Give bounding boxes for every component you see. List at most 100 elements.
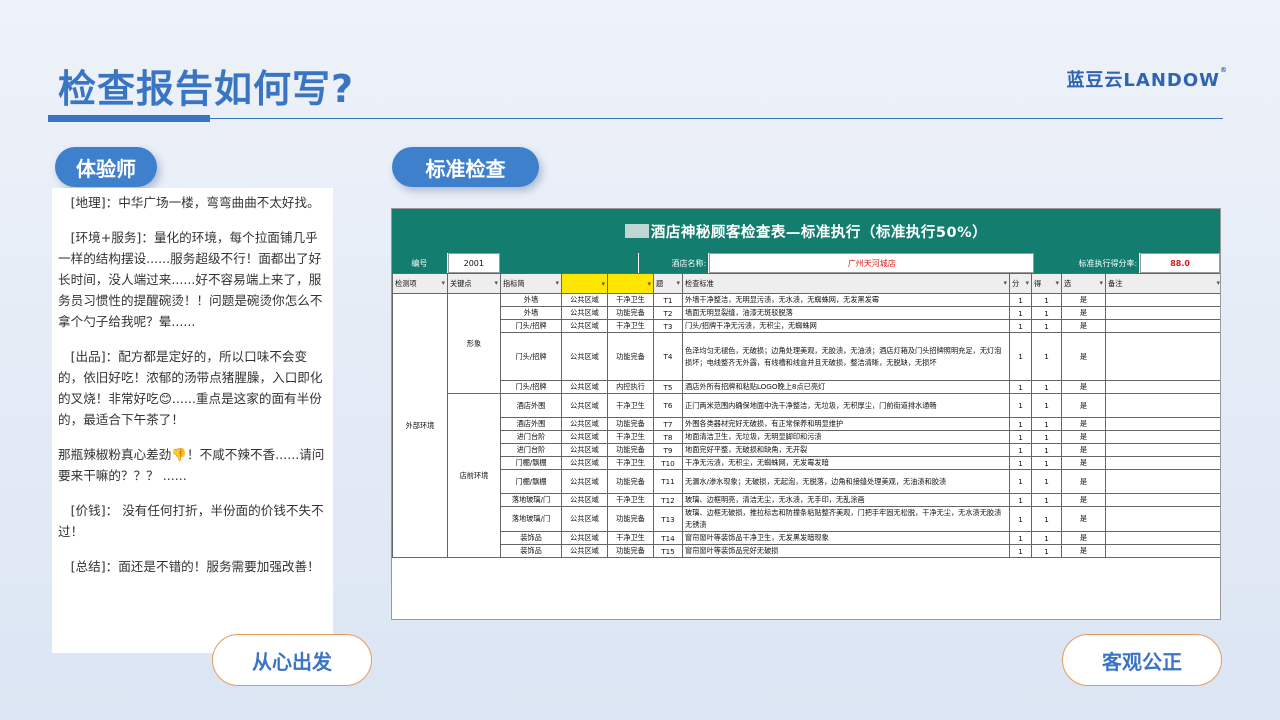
- table-row: 外部环境 形象 外墙 公共区域 干净卫生 T1 外墙干净整洁，无明显污渍，无水渍，无蜘蛛网，…: [392, 293, 1220, 558]
- filter-dropdown-icon[interactable]: ▾: [555, 279, 559, 287]
- cell-a: 1: [1009, 506, 1032, 532]
- review-paragraph: [总结]：面还是不错的！服务需要加强改善！: [70, 559, 320, 574]
- filter-dropdown-icon[interactable]: ▾: [601, 280, 605, 288]
- table-row: 门头/招牌 公共区域 内控执行 T5 酒店外所有招牌和粘贴LOGO晚上8点已亮灯 1 1 是: [393, 380, 1220, 394]
- cell-item: 门头/招牌: [500, 332, 562, 381]
- cell-b: 1: [1031, 544, 1062, 558]
- cell-b: 1: [1031, 456, 1062, 470]
- filter-dropdown-icon[interactable]: ▾: [647, 280, 651, 288]
- cell-id: T3: [653, 319, 683, 333]
- objective-fair-button[interactable]: 客观公正: [1062, 634, 1222, 686]
- cell-item: 酒店外围: [500, 417, 562, 431]
- cell-std: 酒店外所有招牌和粘贴LOGO晚上8点已亮灯: [682, 380, 1010, 394]
- review-paragraph: [价钱]： 没有任何打折，半份面的价钱不失不过！: [58, 503, 324, 539]
- cell-a: 1: [1009, 544, 1032, 558]
- filter-dropdown-icon[interactable]: ▾: [494, 279, 498, 287]
- filter-dropdown-icon[interactable]: ▾: [1055, 279, 1059, 287]
- hotel-value: 广州天河城店: [709, 253, 1035, 273]
- column-header-label: 分: [1012, 278, 1020, 288]
- table-row: 门棚/飘棚 公共区域 干净卫生 T10 干净无污渍，无积尘，无蜘蛛网，无发霉发暗 1 1 是: [393, 456, 1220, 470]
- column-header[interactable]: ▾: [561, 273, 608, 294]
- cell-std: 门头/招牌干净无污渍，无积尘，无蜘蛛网: [682, 319, 1010, 333]
- cell-id: T12: [653, 493, 683, 507]
- cell-sel: 是: [1061, 332, 1106, 381]
- cell-sel: 是: [1061, 393, 1106, 418]
- cell-b: 1: [1031, 469, 1062, 494]
- sheet-info-row: 编号 2001 酒店名称: 广州天河城店 标准执行得分率: 88.0: [392, 253, 1220, 273]
- filter-dropdown-icon[interactable]: ▾: [1025, 279, 1029, 287]
- filter-dropdown-icon[interactable]: ▾: [441, 279, 445, 287]
- tag-standard-check: 标准检查: [392, 147, 539, 187]
- review-paragraph: [环境+服务]：量化的环境，每个拉面铺几乎一样的结构摆设......服务超级不行…: [58, 230, 323, 329]
- filter-dropdown-icon[interactable]: ▾: [1003, 279, 1007, 287]
- cell-a: 1: [1009, 456, 1032, 470]
- from-heart-button[interactable]: 从心出发: [212, 634, 372, 686]
- cell-type: 干净卫生: [607, 456, 654, 470]
- cell-b: 1: [1031, 417, 1062, 431]
- column-header-label: 题: [656, 278, 664, 288]
- cell-std: 玻璃、边框无破损，推拉标志和防撞条粘贴整齐美观，门把手牢固无松脱，干净无尘，无水…: [682, 506, 1010, 532]
- inspection-table: 检测项 ▾ 关键点 ▾ 指标简 ▾ ▾ ▾ 题 ▾ 检查标准 ▾ 分 ▾ 得 ▾ 选 ▾ 备注 ▾ 外部环境 形象 外墙 公共…: [392, 273, 1220, 558]
- table-row: 进门台阶 公共区域 干净卫生 T8 地面清洁卫生，无垃圾，无明显脚印和污渍 1 1 是: [393, 430, 1220, 444]
- cell-a: 1: [1009, 293, 1032, 307]
- cell-a: 1: [1009, 393, 1032, 418]
- cell-b: 1: [1031, 531, 1062, 545]
- cell-b: 1: [1031, 506, 1062, 532]
- cell-std: 外墙干净整洁，无明显污渍，无水渍，无蜘蛛网，无发黑发霉: [682, 293, 1010, 307]
- cell-remark: [1105, 456, 1220, 470]
- table-row: 落地玻璃/门 公共区域 干净卫生 T12 玻璃、边框明亮，清洁无尘，无水渍，无手印，无乱…: [393, 493, 1220, 507]
- registered-mark: ®: [1220, 66, 1228, 74]
- cell-type: 干净卫生: [607, 319, 654, 333]
- cell-a: 1: [1009, 493, 1032, 507]
- column-header[interactable]: ▾: [607, 273, 654, 294]
- cell-type: 干净卫生: [607, 393, 654, 418]
- column-header[interactable]: 题 ▾: [653, 273, 683, 294]
- cell-type: 功能完备: [607, 469, 654, 494]
- cell-sel: 是: [1061, 306, 1106, 320]
- table-row: 装饰品 公共区域 功能完备 T15 窗帘窗叶等装饰品完好无破损 1 1 是: [393, 544, 1220, 558]
- cell-sel: 是: [1061, 506, 1106, 532]
- column-header[interactable]: 备注 ▾: [1105, 273, 1220, 294]
- page-title: 检查报告如何写?: [58, 67, 355, 111]
- cell-item: 落地玻璃/门: [500, 506, 562, 532]
- table-row: 落地玻璃/门 公共区域 功能完备 T13 玻璃、边框无破损，推拉标志和防撞条粘贴整齐美观…: [393, 506, 1220, 532]
- cell-zone: 公共区域: [561, 443, 608, 457]
- cell-item: 门棚/飘棚: [500, 456, 562, 470]
- table-row: 外墙 公共区域 功能完备 T2 墙面无明显裂缝，油漆无斑驳脱落 1 1 是: [393, 306, 1220, 320]
- table-row: 装饰品 公共区域 干净卫生 T14 窗帘窗叶等装饰品干净卫生，无发黑发暗现象 1 1 是: [393, 531, 1220, 545]
- column-header[interactable]: 得 ▾: [1031, 273, 1062, 294]
- column-header[interactable]: 指标简 ▾: [500, 273, 562, 294]
- brand-name: 蓝豆云LANDOW: [1066, 70, 1220, 91]
- cell-type: 内控执行: [607, 380, 654, 394]
- cell-id: T14: [653, 531, 683, 545]
- filter-dropdown-icon[interactable]: ▾: [1216, 279, 1220, 287]
- cell-a: 1: [1009, 417, 1032, 431]
- cell-b: 1: [1031, 443, 1062, 457]
- filter-dropdown-icon[interactable]: ▾: [1099, 279, 1103, 287]
- cell-item: 门头/招牌: [500, 319, 562, 333]
- cell-item: 门棚/飘棚: [500, 469, 562, 494]
- column-header-label: 检查标准: [685, 278, 714, 288]
- cell-key: 店前环境: [447, 393, 501, 558]
- id-label: 编号: [392, 253, 448, 273]
- table-row: 进门台阶 公共区域 功能完备 T9 地面完好平整，无破损和缺角，无开裂 1 1 是: [393, 443, 1220, 457]
- column-header[interactable]: 检测项 ▾: [392, 273, 448, 294]
- cell-zone: 公共区域: [561, 319, 608, 333]
- cell-zone: 公共区域: [561, 430, 608, 444]
- cell-std: 玻璃、边框明亮，清洁无尘，无水渍，无手印，无乱涂画: [682, 493, 1010, 507]
- cell-remark: [1105, 506, 1220, 532]
- cell-remark: [1105, 293, 1220, 307]
- cell-std: 无漏水/渗水现象；无破损，无起泡，无脱落，边角和接缝处理美观，无油渍和胶渍: [682, 469, 1010, 494]
- column-header[interactable]: 检查标准 ▾: [682, 273, 1010, 294]
- sheet-title: 酒店神秘顾客检查表—标准执行（标准执行50%）: [650, 224, 988, 241]
- cell-id: T6: [653, 393, 683, 418]
- filter-dropdown-icon[interactable]: ▾: [676, 279, 680, 287]
- cell-sel: 是: [1061, 417, 1106, 431]
- column-header[interactable]: 关键点 ▾: [447, 273, 501, 294]
- cell-remark: [1105, 417, 1220, 431]
- column-header[interactable]: 选 ▾: [1061, 273, 1106, 294]
- cell-a: 1: [1009, 332, 1032, 381]
- cell-remark: [1105, 443, 1220, 457]
- cell-type: 功能完备: [607, 417, 654, 431]
- column-header[interactable]: 分 ▾: [1009, 273, 1032, 294]
